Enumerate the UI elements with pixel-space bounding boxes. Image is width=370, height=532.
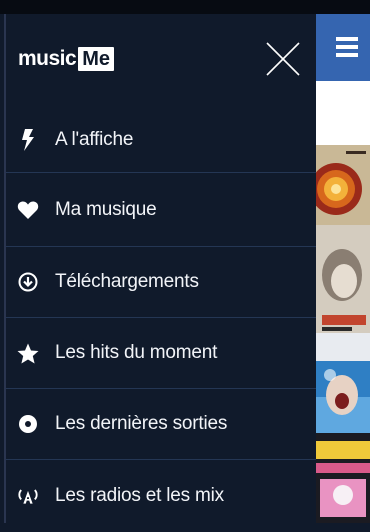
menu-item-ma-musique[interactable]: Ma musique [6,173,316,247]
radio-antenna-icon [17,485,39,507]
status-bar [0,0,370,14]
musicme-logo[interactable]: music Me [18,46,114,72]
menu-item-les-dernieres-sorties[interactable]: Les dernières sorties [6,389,316,460]
menu-item-label: Ma musique [55,198,157,220]
background-page [316,14,370,523]
star-icon [17,342,39,364]
album-cover-thumbnail[interactable] [316,145,370,225]
menu-item-label: Les hits du moment [55,342,218,363]
menu-item-label: A l'affiche [55,128,134,150]
album-cover-thumbnail[interactable] [316,361,370,433]
menu-item-les-hits-du-moment[interactable]: Les hits du moment [6,318,316,389]
menu-item-label: Les dernières sorties [55,413,228,434]
drawer-header: music Me [6,14,316,94]
lightning-bolt-icon [17,128,39,151]
download-circle-icon [17,271,39,293]
menu-item-les-radios-et-les-mix[interactable]: Les radios et les mix [6,460,316,532]
menu-item-a-l-affiche[interactable]: A l'affiche [6,107,316,173]
close-button[interactable] [264,40,302,78]
disc-icon [17,413,39,435]
drawer-menu: A l'affiche Ma musique Téléchargements L… [6,107,316,532]
album-cover-thumbnail[interactable] [316,225,370,333]
close-icon [266,42,300,76]
menu-item-telechargements[interactable]: Téléchargements [6,247,316,318]
hamburger-menu-button[interactable] [316,14,370,81]
logo-text-music: music [18,47,77,70]
logo-text-me: Me [78,47,114,71]
navigation-drawer: music Me A l'affiche Ma musique Téléchar… [4,14,316,523]
heart-icon [17,199,39,221]
album-cover-thumbnail[interactable] [316,433,370,523]
menu-item-label: Téléchargements [55,271,199,292]
hamburger-menu-icon [336,37,358,41]
background-header-strip [316,81,370,145]
menu-item-label: Les radios et les mix [55,485,224,506]
